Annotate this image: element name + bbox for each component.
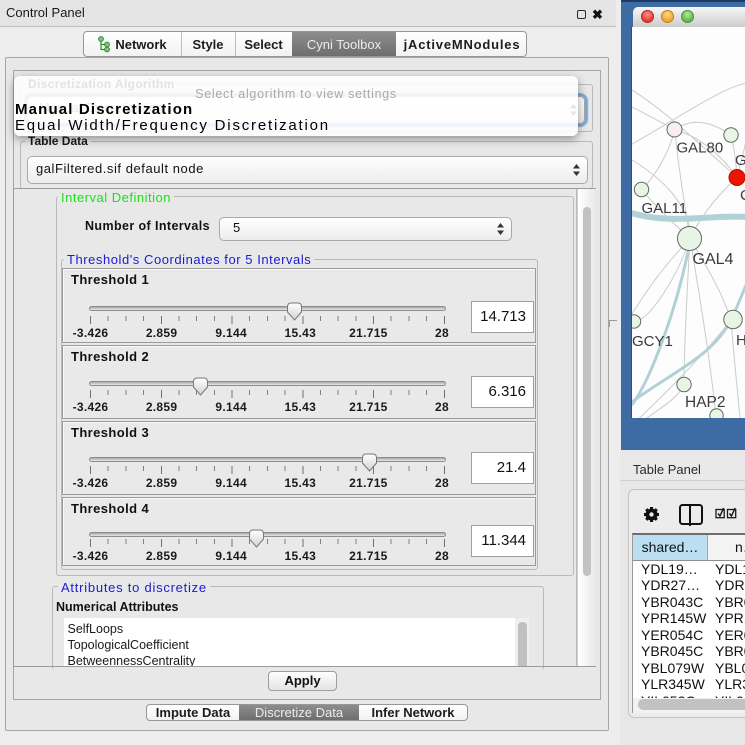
svg-text:GAL11: GAL11 [642, 200, 688, 217]
svg-text:H: H [736, 332, 745, 349]
svg-text:GAL80: GAL80 [677, 140, 724, 157]
svg-text:GCY1: GCY1 [632, 333, 673, 350]
svg-text:GA: GA [735, 152, 745, 169]
svg-text:HAP2: HAP2 [685, 394, 726, 411]
svg-text:GAL4: GAL4 [693, 251, 734, 268]
svg-text:C: C [740, 187, 745, 204]
